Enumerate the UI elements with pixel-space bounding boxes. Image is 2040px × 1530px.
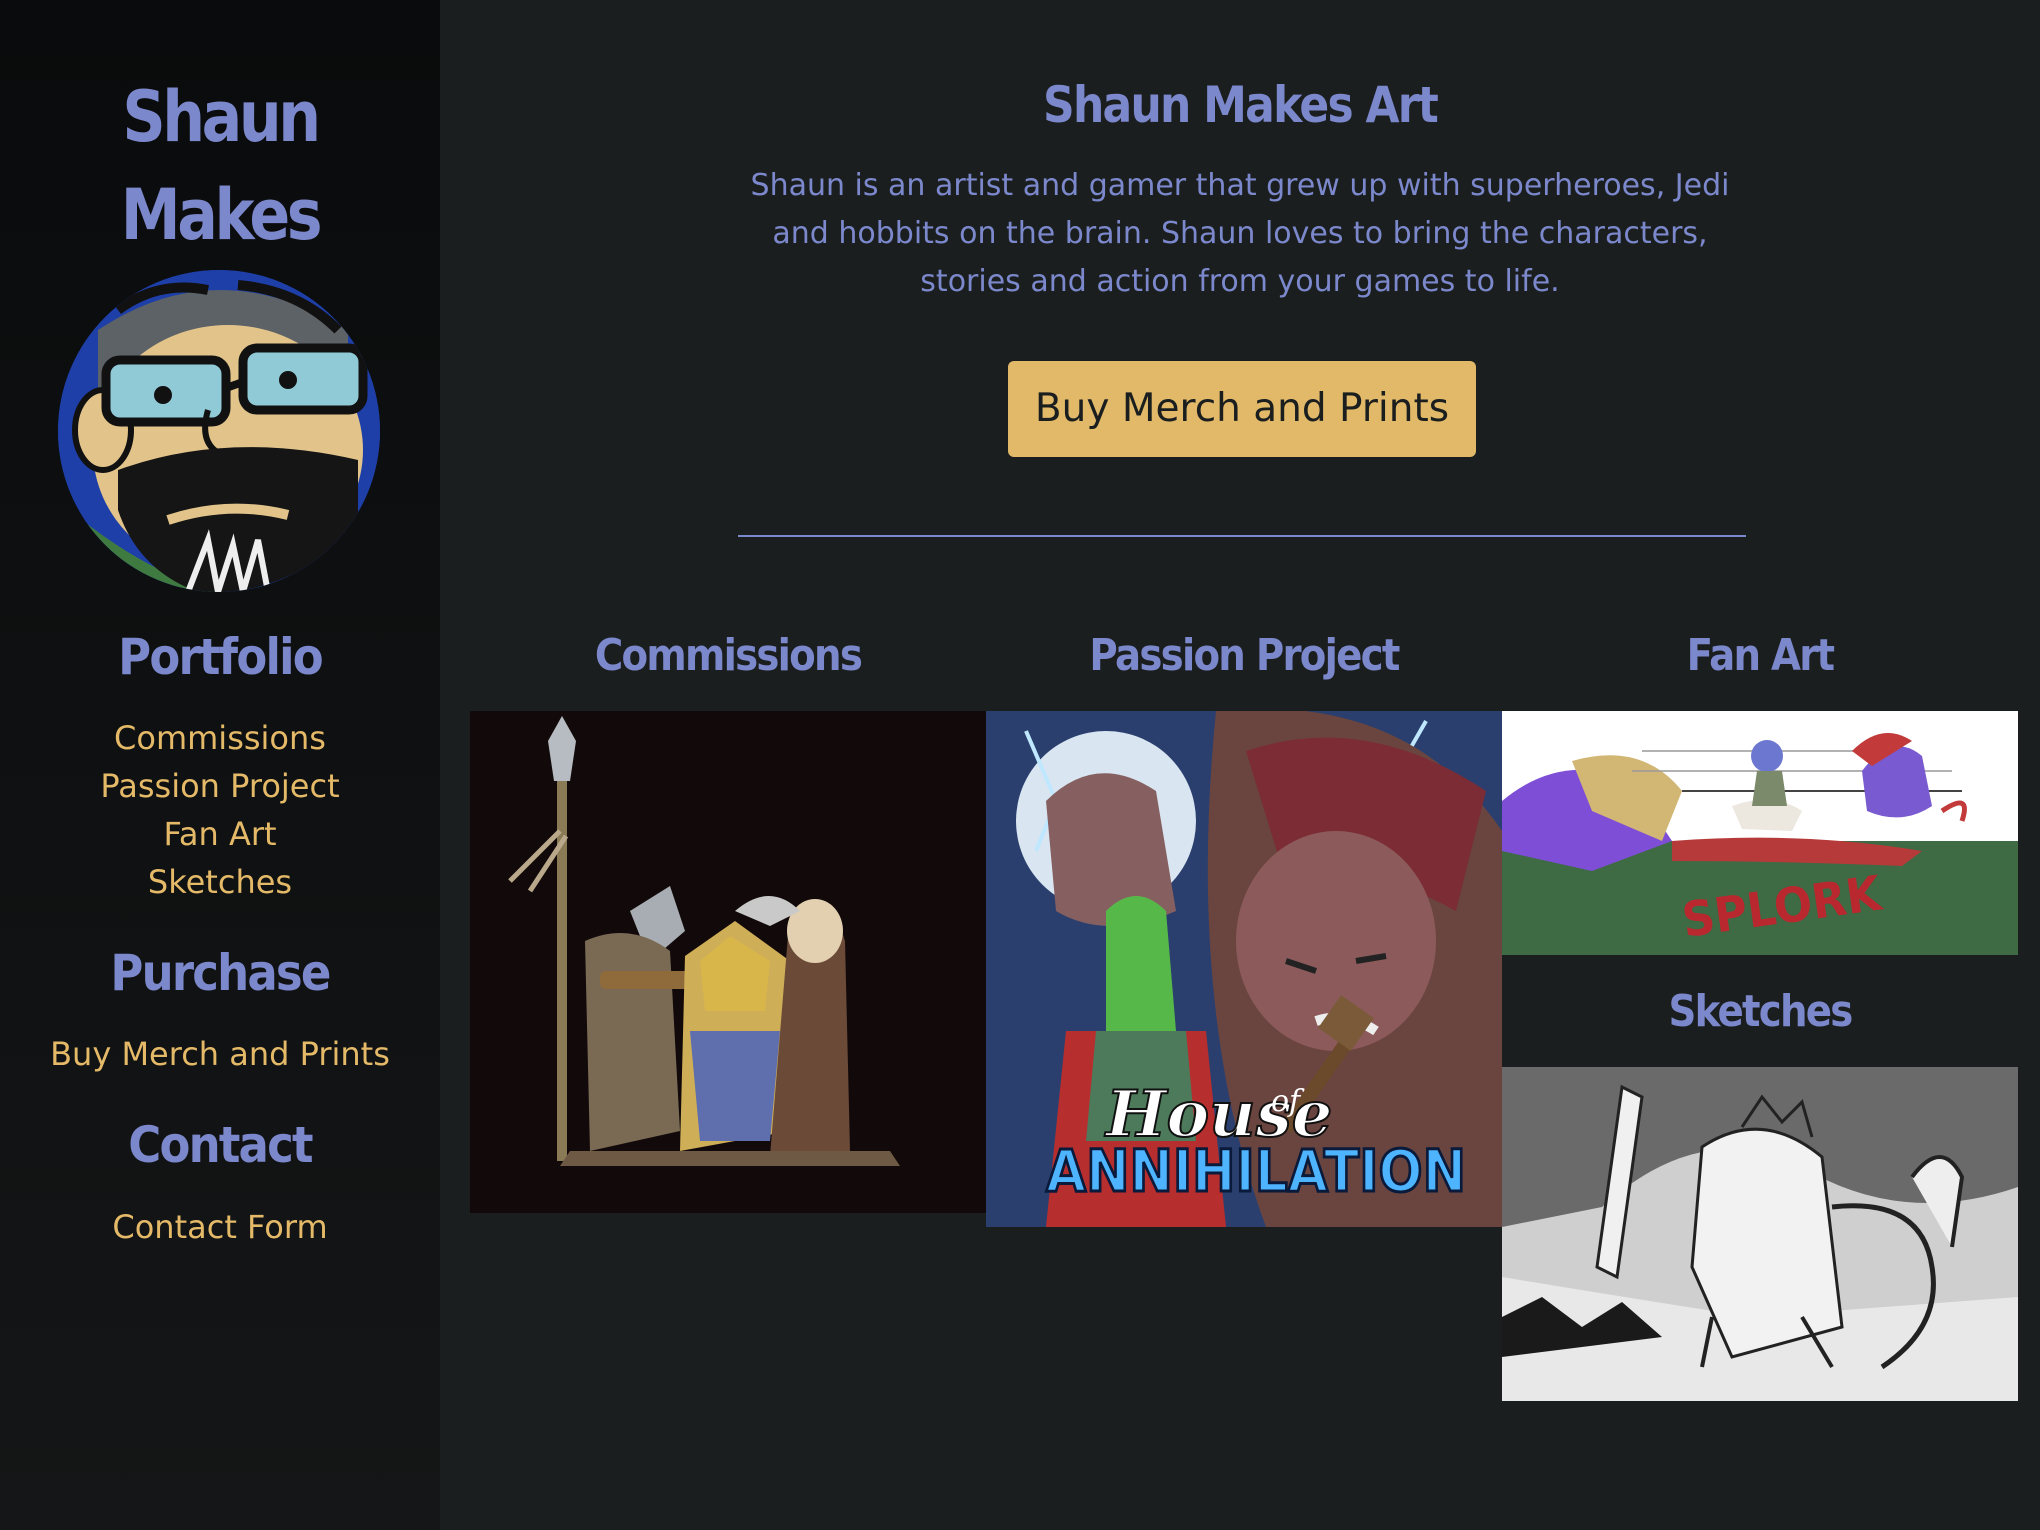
contact-heading: Contact: [128, 1116, 313, 1174]
sidebar: Shaun Makes Portfolio Commissions Passio…: [0, 0, 440, 1530]
gallery-title-fan-art[interactable]: Fan Art: [1533, 630, 1987, 681]
buy-merch-button[interactable]: Buy Merch and Prints: [1008, 361, 1476, 457]
brand-line-1: Shaun: [122, 76, 321, 158]
site-brand[interactable]: Shaun Makes: [31, 68, 409, 264]
sketches-artwork[interactable]: [1502, 1067, 2018, 1401]
main-content: Shaun Makes Art Shaun is an artist and g…: [440, 0, 2040, 1530]
section-divider: [738, 535, 1746, 537]
lizard-warrior-sketch: [1502, 1067, 2018, 1401]
house-of-annihilation-illustration: House of ANNIHILATION: [986, 711, 1502, 1227]
brand-line-2: Makes: [120, 174, 323, 256]
portfolio-nav: Commissions Passion Project Fan Art Sket…: [0, 714, 440, 906]
passion-logo-annihilation: ANNIHILATION: [1046, 1137, 1466, 1205]
fan-art-artwork[interactable]: SPLORK: [1502, 711, 2018, 955]
gallery-title-sketches[interactable]: Sketches: [1533, 986, 1987, 1037]
dwarves-illustration: [470, 711, 986, 1213]
nav-link-buy-merch[interactable]: Buy Merch and Prints: [0, 1030, 440, 1078]
nav-link-passion-project[interactable]: Passion Project: [0, 762, 440, 810]
gallery-title-passion-project[interactable]: Passion Project: [1017, 630, 1471, 681]
nav-link-commissions[interactable]: Commissions: [0, 714, 440, 762]
intro-text: Shaun is an artist and gamer that grew u…: [750, 168, 1730, 299]
nav-link-contact-form[interactable]: Contact Form: [0, 1203, 440, 1251]
avatar: [58, 270, 380, 592]
nav-link-sketches[interactable]: Sketches: [0, 858, 440, 906]
commissions-artwork[interactable]: [470, 711, 986, 1213]
portfolio-heading: Portfolio: [118, 628, 323, 686]
gallery-title-commissions[interactable]: Commissions: [501, 630, 955, 681]
contact-nav: Contact Form: [0, 1203, 440, 1251]
page-title: Shaun Makes Art: [1043, 76, 1439, 134]
purchase-heading: Purchase: [110, 944, 331, 1002]
passion-project-artwork[interactable]: House of ANNIHILATION: [986, 711, 1502, 1227]
passion-logo-of: of: [1271, 1084, 1305, 1119]
splork-illustration: SPLORK: [1502, 711, 2018, 955]
nav-link-fan-art[interactable]: Fan Art: [0, 810, 440, 858]
purchase-nav: Buy Merch and Prints: [0, 1030, 440, 1078]
avatar-illustration: [58, 270, 380, 592]
